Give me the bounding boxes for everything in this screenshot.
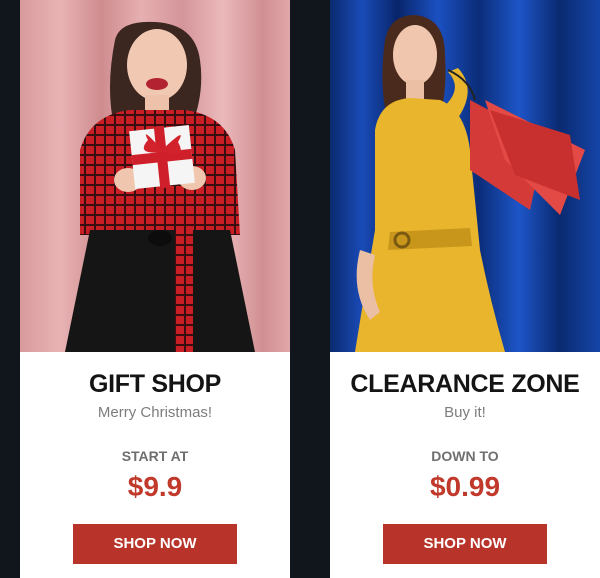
clearance-zone-photo[interactable] (330, 0, 600, 352)
price-label: START AT (121, 448, 189, 464)
card-title: GIFT SHOP (88, 370, 222, 398)
shop-now-button[interactable]: SHOP NOW (73, 524, 237, 564)
card-subtitle: Merry Christmas! (97, 404, 213, 421)
shop-now-button[interactable]: SHOP NOW (383, 524, 547, 564)
woman-with-gift-image (20, 0, 290, 352)
price-value: $0.99 (429, 471, 501, 502)
gift-shop-card[interactable]: GIFT SHOP Merry Christmas! START AT $9.9… (20, 0, 290, 578)
price-value: $9.9 (127, 471, 183, 502)
gift-shop-photo[interactable] (20, 0, 290, 352)
price-label: DOWN TO (431, 448, 499, 464)
card-subtitle: Buy it! (444, 404, 486, 421)
card-title: CLEARANCE ZONE (350, 370, 580, 398)
clearance-zone-card[interactable]: CLEARANCE ZONE Buy it! DOWN TO $0.99 SHO… (330, 0, 600, 578)
woman-with-shopping-bags-image (330, 0, 600, 352)
